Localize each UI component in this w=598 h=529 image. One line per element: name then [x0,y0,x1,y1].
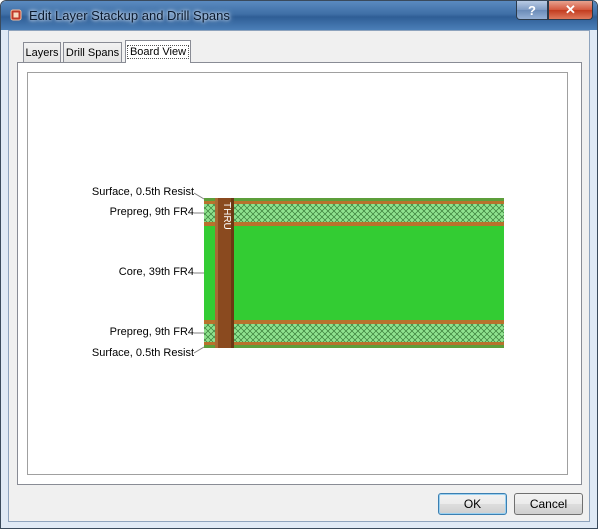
stackup-diagram [193,192,504,354]
tab-board-view[interactable]: Board View [125,40,191,63]
top-prepreg [204,204,504,222]
cancel-button[interactable]: Cancel [514,493,583,515]
bottom-copper [204,342,504,345]
window-title: Edit Layer Stackup and Drill Spans [29,8,230,23]
board-view-canvas: Surface, 0.5th Resist Prepreg, 9th FR4 C… [27,72,568,475]
core [204,226,504,320]
leader-top-surface [193,192,205,200]
title-bar[interactable]: Edit Layer Stackup and Drill Spans ? ✕ [1,1,597,30]
thru-drill-label: THRU [221,202,232,230]
tab-drill-spans-label: Drill Spans [65,46,120,59]
bottom-surface-resist [204,345,504,348]
tab-layers-label: Layers [25,46,59,59]
board-view-panel: Surface, 0.5th Resist Prepreg, 9th FR4 C… [17,62,582,485]
tab-board-view-label: Board View [126,45,190,59]
tab-layers[interactable]: Layers [23,42,61,62]
dialog-window: Edit Layer Stackup and Drill Spans ? ✕ L… [0,0,598,529]
help-button[interactable]: ? [516,1,548,20]
ok-button-label: OK [463,497,482,511]
inner-copper-2 [204,320,504,324]
top-surface-resist [204,198,504,201]
top-copper [204,201,504,204]
inner-copper-1 [204,222,504,226]
cancel-button-label: Cancel [529,497,568,511]
dialog-client-area: Layers Drill Spans Board View Surface, 0… [8,30,590,522]
help-icon: ? [528,2,536,18]
ok-button[interactable]: OK [438,493,507,515]
tab-drill-spans[interactable]: Drill Spans [63,42,122,62]
close-button[interactable]: ✕ [548,1,593,20]
bottom-prepreg [204,324,504,342]
close-icon: ✕ [565,2,576,17]
leader-bottom-surface [193,346,205,354]
app-icon [10,9,22,21]
